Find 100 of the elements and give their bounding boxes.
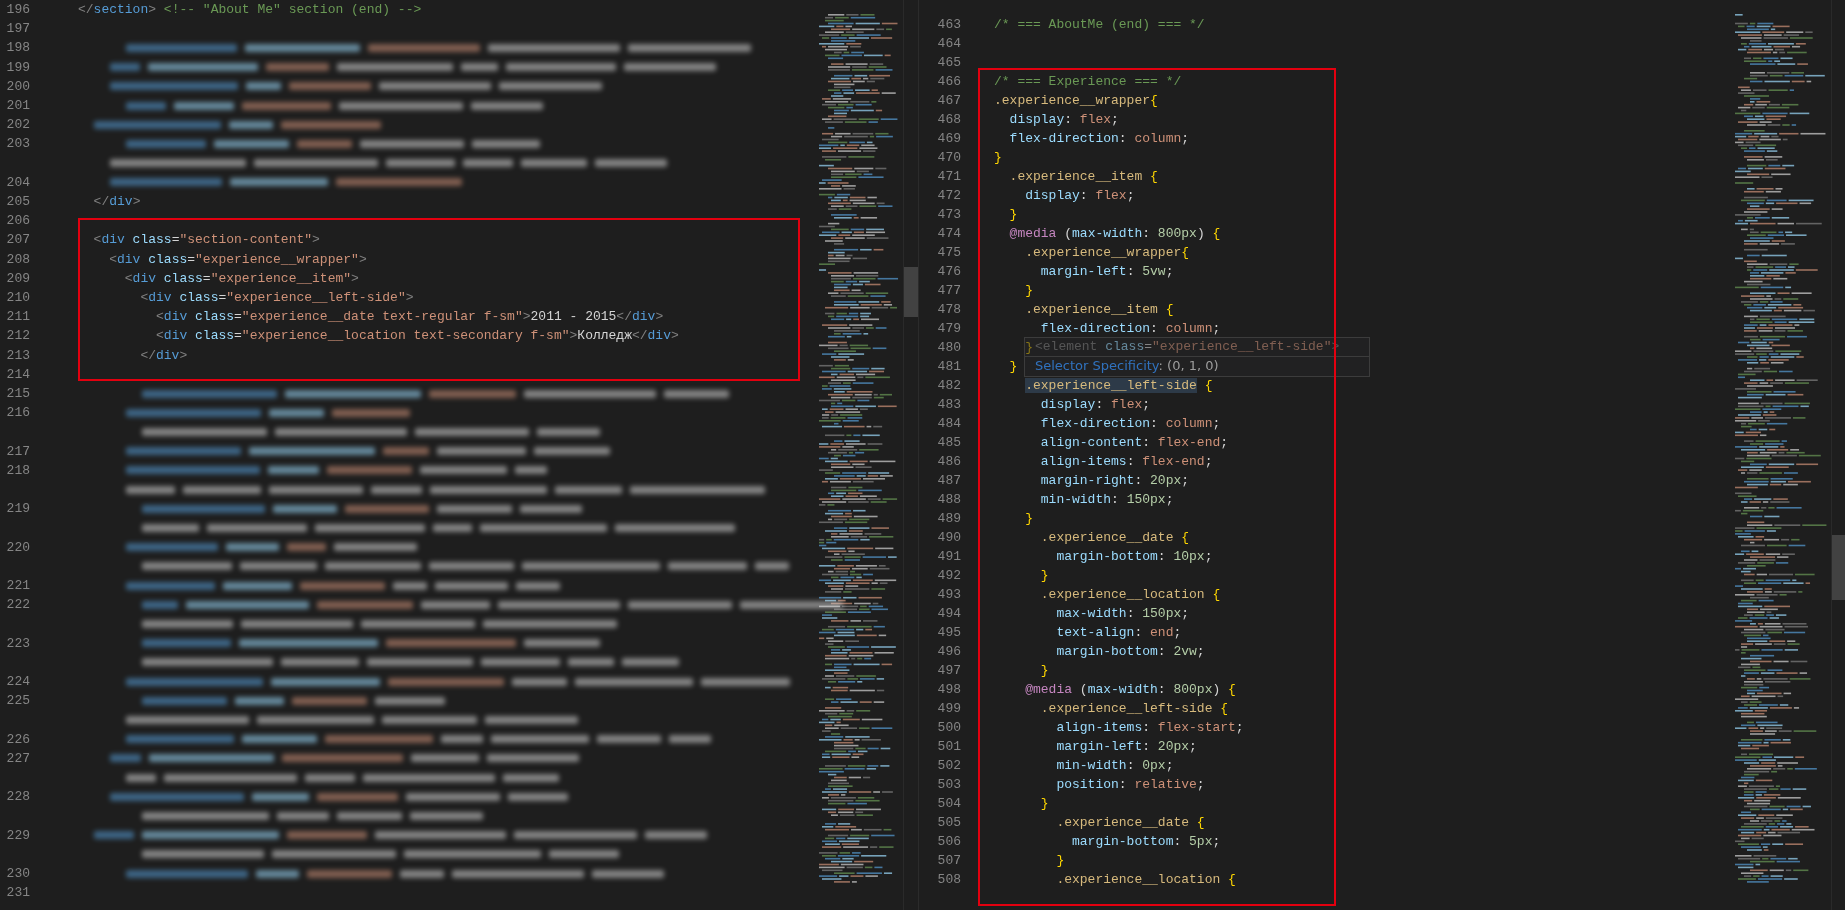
- line-number: 204: [5, 173, 30, 192]
- code-line: .experience__date {: [1055, 814, 1205, 832]
- line-number: 208: [5, 250, 30, 269]
- code-line: .experience__date {: [1039, 529, 1190, 547]
- code-line: min-width: 150px;: [1039, 491, 1174, 509]
- code-line: align-content: flex-end;: [1039, 434, 1229, 452]
- line-number: 197: [5, 20, 30, 39]
- line-number: 213: [5, 346, 30, 365]
- line-number: 487: [936, 472, 961, 490]
- code-line: margin-right: 20px;: [1039, 472, 1190, 490]
- line-number: 230: [5, 864, 30, 883]
- line-number: 470: [936, 149, 961, 167]
- code-line: }: [1039, 567, 1049, 585]
- line-number: 466: [936, 73, 961, 91]
- code-line: @media (max-width: 800px) {: [1008, 225, 1221, 243]
- line-number: 480: [936, 339, 961, 357]
- line-number: 199: [5, 58, 30, 77]
- line-number: 206: [5, 212, 30, 231]
- scrollbar-thumb[interactable]: [1832, 535, 1845, 600]
- line-number: 468: [936, 111, 961, 129]
- code-line: align-items: flex-start;: [1055, 719, 1244, 737]
- line-number: 501: [936, 738, 961, 756]
- line-number: 471: [936, 168, 961, 186]
- code-line: <div class="experience__wrapper">: [108, 250, 367, 269]
- code-line: .experience__location {: [1039, 586, 1221, 604]
- line-number: 490: [936, 529, 961, 547]
- line-number: 225: [5, 692, 30, 711]
- line-number: 482: [936, 377, 961, 395]
- line-number: 492: [936, 567, 961, 585]
- code-line: flex-direction: column;: [1039, 415, 1221, 433]
- line-number: 207: [5, 231, 30, 250]
- line-number: 506: [936, 833, 961, 851]
- code-line: <div class="experience__location text-secondary f-sm">Колледж</div>: [155, 327, 679, 346]
- code-line: margin-left: 5vw;: [1039, 263, 1174, 281]
- line-number: 507: [936, 852, 961, 870]
- line-number: 491: [936, 548, 961, 566]
- line-number: 497: [936, 662, 961, 680]
- line-number: 496: [936, 643, 961, 661]
- code-line: flex-direction: column;: [1039, 320, 1221, 338]
- code-line: max-width: 150px;: [1055, 605, 1190, 623]
- line-number: 505: [936, 814, 961, 832]
- line-number: 218: [5, 461, 30, 480]
- code-line: </div>: [139, 346, 188, 365]
- line-number: 222: [5, 596, 30, 615]
- code-line: }: [994, 149, 1002, 167]
- line-number: 476: [936, 263, 961, 281]
- line-number: 229: [5, 826, 30, 845]
- line-number: 489: [936, 510, 961, 528]
- line-number: 203: [5, 135, 30, 154]
- line-number: 495: [936, 624, 961, 642]
- line-number: 223: [5, 634, 30, 653]
- line-number: 224: [5, 673, 30, 691]
- line-number: 479: [936, 320, 961, 338]
- line-number: 486: [936, 453, 961, 471]
- code-line: display: flex;: [1024, 187, 1135, 205]
- line-number: 494: [936, 605, 961, 623]
- code-line: }: [1039, 795, 1049, 813]
- code-line: .experience__item {: [1008, 168, 1158, 186]
- code-line: }: [1039, 662, 1049, 680]
- line-number: 488: [936, 491, 961, 509]
- code-line: <div class="experience__date text-regular f-sm">2011 - 2015</div>: [155, 308, 664, 327]
- line-number: 503: [936, 776, 961, 794]
- line-number: 212: [5, 327, 30, 346]
- code-line: align-items: flex-end;: [1039, 453, 1213, 471]
- line-number: 200: [5, 77, 30, 96]
- line-number: 481: [936, 358, 961, 376]
- line-number: 483: [936, 396, 961, 414]
- code-line: /* === AboutMe (end) === */: [994, 16, 1205, 34]
- code-line: min-width: 0px;: [1055, 757, 1174, 775]
- code-line: <div class="experience__left-side">: [139, 289, 414, 308]
- code-line: }: [1055, 852, 1065, 870]
- line-number: 226: [5, 730, 30, 749]
- code-line: }: [1008, 358, 1018, 376]
- code-line: .experience__left-side {: [1024, 377, 1213, 395]
- line-number: 201: [5, 97, 30, 115]
- line-number: 217: [5, 442, 30, 461]
- line-number: 477: [936, 282, 961, 300]
- code-line: }: [1024, 282, 1033, 300]
- code-line: }: [1008, 206, 1018, 224]
- line-number: 220: [5, 538, 30, 557]
- line-number: 215: [5, 385, 30, 404]
- line-number: 467: [936, 92, 961, 110]
- scrollbar-thumb[interactable]: [904, 267, 918, 317]
- code-line: .experience__location {: [1055, 871, 1236, 889]
- line-number: 227: [5, 749, 30, 768]
- code-line: position: relative;: [1055, 776, 1205, 794]
- code-line: display: flex;: [1008, 111, 1119, 129]
- line-number: 463: [936, 16, 961, 34]
- line-number: 211: [5, 308, 30, 327]
- code-line: display: flex;: [1039, 396, 1151, 414]
- line-number: 499: [936, 700, 961, 718]
- line-number: 202: [5, 116, 30, 135]
- code-line: .experience__item {: [1024, 301, 1174, 319]
- line-number: 228: [5, 788, 30, 807]
- code-line: .experience__wrapper{: [1024, 244, 1190, 262]
- code-line: @media (max-width: 800px) {: [1024, 681, 1236, 699]
- line-number: 221: [5, 577, 30, 595]
- selector-specificity-text: Selector Specificity: (0, 1, 0): [1035, 358, 1219, 373]
- line-number: 469: [936, 130, 961, 148]
- line-number: 493: [936, 586, 961, 604]
